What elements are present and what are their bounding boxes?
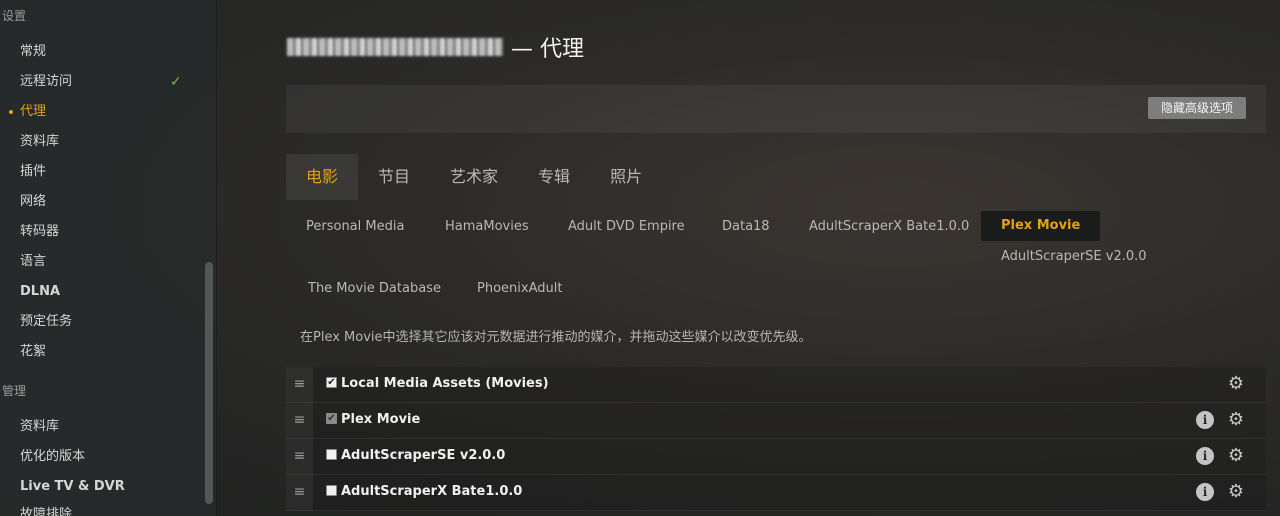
media-type-tabs: 电影 节目 艺术家 专辑 照片 [286,154,662,200]
list-item[interactable]: ≡ AdultScraperX Bate1.0.0 i ⚙ [286,475,1266,511]
agent-enable-checkbox: ✔ [326,413,337,424]
drag-handle-icon[interactable]: ≡ [286,475,313,511]
list-item[interactable]: ≡ ✔ Plex Movie i ⚙ [286,403,1266,439]
hide-advanced-button[interactable]: 隐藏高级选项 [1147,97,1246,119]
gear-icon[interactable]: ⚙ [1227,411,1245,429]
sidebar-item-network[interactable]: 网络 [20,191,200,213]
tab-albums[interactable]: 专辑 [518,154,590,200]
info-icon[interactable]: i [1196,447,1214,465]
agent-tab-hamamovies[interactable]: HamaMovies [425,212,549,242]
tab-movies[interactable]: 电影 [286,154,359,200]
sidebar-item-dlna[interactable]: DLNA [20,281,200,303]
agent-name: AdultScraperX Bate1.0.0 [341,484,523,499]
tab-artists[interactable]: 艺术家 [430,154,518,200]
sidebar-item-label: 插件 [20,164,47,179]
agent-name: Plex Movie [341,412,421,427]
page-title: — 代理 [287,32,584,62]
redacted-server-name [287,38,503,56]
sidebar-item-label: DLNA [20,284,61,299]
sidebar-item-label: 优化的版本 [20,449,86,464]
sidebar-item-label: Live TV & DVR [20,479,125,494]
sidebar-item-agents[interactable]: 代理 [9,101,200,123]
agent-enable-checkbox[interactable]: ✔ [326,377,337,388]
sidebar-item-label: 故障排除 [20,507,73,516]
sidebar-item-language[interactable]: 语言 [20,251,200,273]
sidebar: 设置 常规 远程访问 ✓ 代理 资料库 插件 网络 转码器 语言 DLNA 预定任… [0,0,217,516]
agent-tab-plex-movie[interactable]: Plex Movie [981,211,1101,241]
sidebar-item-transcoder[interactable]: 转码器 [20,221,200,243]
list-item[interactable]: ≡ AdultScraperSE v2.0.0 i ⚙ [286,439,1266,475]
sidebar-scrollbar[interactable] [205,262,213,504]
agent-tab-phoenixadult[interactable]: PhoenixAdult [457,274,582,304]
gear-icon[interactable]: ⚙ [1227,375,1245,393]
sidebar-item-label: 代理 [20,104,47,119]
active-dot-icon [9,110,13,114]
sidebar-item-general[interactable]: 常规 [20,41,200,63]
drag-handle-icon[interactable]: ≡ [286,367,313,403]
agent-tab-adultscraperse[interactable]: AdultScraperSE v2.0.0 [981,242,1167,272]
agent-enable-checkbox[interactable] [326,449,337,460]
sidebar-item-scheduled-tasks[interactable]: 预定任务 [20,311,200,333]
sidebar-item-label: 资料库 [20,134,60,149]
drag-handle-icon[interactable]: ≡ [286,439,313,475]
sidebar-item-manage-library[interactable]: 资料库 [20,416,200,438]
agent-tab-adult-dvd-empire[interactable]: Adult DVD Empire [548,212,705,242]
info-icon[interactable]: i [1196,483,1214,501]
sidebar-item-label: 预定任务 [20,314,73,329]
tab-shows[interactable]: 节目 [358,154,430,200]
agents-description: 在Plex Movie中选择其它应该对元数据进行推动的媒介，并拖动这些媒介以改变… [300,330,812,345]
sidebar-section-manage: 管理 [2,384,27,398]
sidebar-item-label: 远程访问 [20,74,73,89]
info-icon[interactable]: i [1196,411,1214,429]
check-icon: ✓ [170,74,182,90]
sidebar-item-label: 转码器 [20,224,60,239]
sidebar-item-label: 语言 [20,254,47,269]
sidebar-item-label: 常规 [20,44,47,59]
tab-photos[interactable]: 照片 [590,154,662,200]
gear-icon[interactable]: ⚙ [1227,483,1245,501]
agent-tab-the-movie-database[interactable]: The Movie Database [288,274,461,304]
agent-list: ≡ ✔ Local Media Assets (Movies) ⚙ ≡ ✔ Pl… [286,367,1266,511]
sidebar-item-remote-access[interactable]: 远程访问 ✓ [20,71,200,93]
agent-name: Local Media Assets (Movies) [341,376,549,391]
sidebar-item-extras[interactable]: 花絮 [20,341,200,363]
agent-name: AdultScraperSE v2.0.0 [341,448,506,463]
sidebar-item-label: 花絮 [20,344,47,359]
agent-tab-data18[interactable]: Data18 [702,212,790,242]
advanced-options-bar: 隐藏高级选项 [286,85,1266,133]
sidebar-item-plugins[interactable]: 插件 [20,161,200,183]
drag-handle-icon[interactable]: ≡ [286,403,313,439]
sidebar-item-troubleshooting[interactable]: 故障排除 [20,504,200,516]
sidebar-item-live-tv-dvr[interactable]: Live TV & DVR [20,476,200,498]
agent-enable-checkbox[interactable] [326,485,337,496]
sidebar-section-settings: 设置 [2,9,27,23]
page-title-suffix: — 代理 [511,37,584,62]
gear-icon[interactable]: ⚙ [1227,447,1245,465]
sidebar-item-library[interactable]: 资料库 [20,131,200,153]
sidebar-item-label: 网络 [20,194,47,209]
sidebar-item-optimized-versions[interactable]: 优化的版本 [20,446,200,468]
agent-tab-adultscraperx[interactable]: AdultScraperX Bate1.0.0 [789,212,989,242]
sidebar-item-label: 资料库 [20,419,60,434]
list-item[interactable]: ≡ ✔ Local Media Assets (Movies) ⚙ [286,367,1266,403]
agent-tab-personal-media[interactable]: Personal Media [286,212,424,242]
